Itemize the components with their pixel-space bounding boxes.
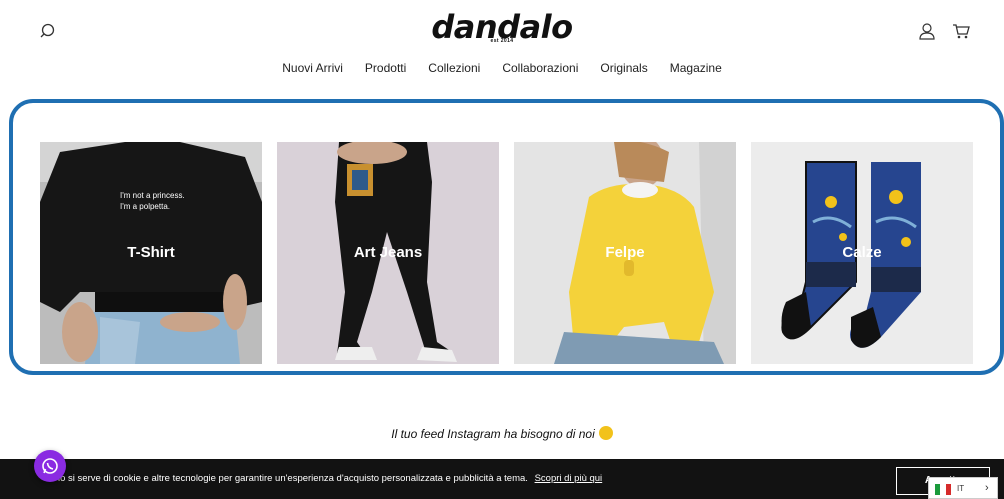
cookie-text: lo si serve di cookie e altre tecnologie… (58, 473, 528, 484)
nav-item-prodotti[interactable]: Prodotti (365, 61, 406, 75)
cookie-banner: lo si serve di cookie e altre tecnologie… (0, 459, 1004, 499)
nav-item-collezioni[interactable]: Collezioni (428, 61, 480, 75)
cookie-learn-more-link[interactable]: Scopri di più qui (535, 473, 603, 484)
category-label: Art Jeans (353, 244, 423, 261)
instagram-title-text: Il tuo feed Instagram ha bisogno di noi (391, 427, 595, 441)
nav-item-originals[interactable]: Originals (600, 61, 647, 75)
logo-tagline: est 2014 (490, 38, 514, 44)
language-selector[interactable]: IT › (928, 477, 998, 499)
wink-emoji-icon (598, 426, 613, 440)
user-icon[interactable] (919, 22, 935, 40)
category-tile-calze[interactable]: Calze (751, 142, 973, 364)
category-label: Felpe (605, 244, 645, 261)
nav-item-collaborazioni[interactable]: Collaborazioni (502, 61, 578, 75)
nav-item-nuovi-arrivi[interactable]: Nuovi Arrivi (282, 61, 343, 75)
category-tile-tshirt[interactable]: I'm not a princess. I'm a polpetta. T-Sh… (40, 142, 262, 364)
cookie-message: lo si serve di cookie e altre tecnologie… (58, 473, 602, 484)
category-label: T-Shirt (127, 244, 175, 261)
nav-item-magazine[interactable]: Magazine (670, 61, 722, 75)
cart-icon[interactable] (952, 23, 970, 39)
shirt-print-line-2: I'm a polpetta. (120, 202, 170, 211)
instagram-feed-title: Il tuo feed Instagram ha bisogno di noi (0, 426, 1004, 441)
italy-flag-icon (935, 484, 951, 495)
category-tile-art-jeans[interactable]: Art Jeans (277, 142, 499, 364)
language-code: IT (957, 484, 965, 493)
main-nav: Nuovi Arrivi Prodotti Collezioni Collabo… (0, 61, 1004, 75)
whatsapp-chat-button[interactable] (34, 450, 66, 482)
category-grid: I'm not a princess. I'm a polpetta. T-Sh… (40, 142, 974, 364)
category-label: Calze (842, 244, 882, 261)
whatsapp-icon (42, 458, 58, 474)
category-tile-felpe[interactable]: Felpe (514, 142, 736, 364)
chevron-right-icon: › (985, 482, 989, 494)
shirt-print-line-1: I'm not a princess. (120, 191, 185, 200)
site-header: dandalo est 2014 Nuovi Arrivi Prodotti C… (0, 0, 1004, 95)
